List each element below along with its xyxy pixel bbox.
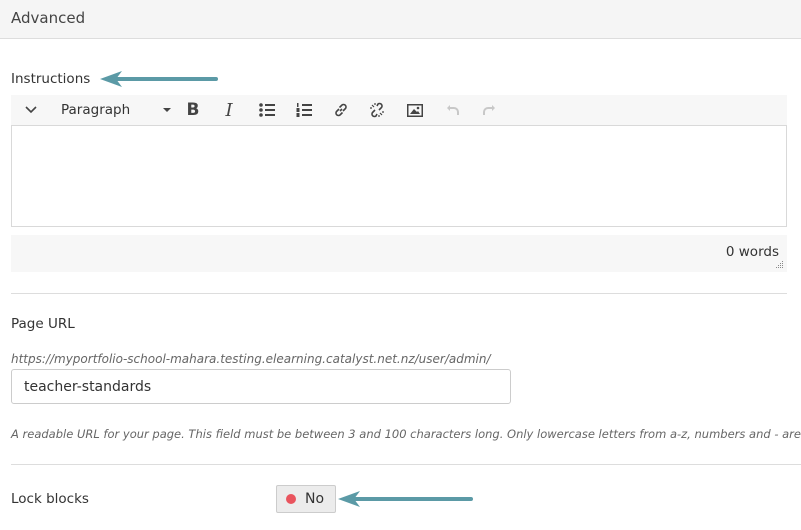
section-title: Advanced	[11, 9, 86, 27]
redo-icon	[483, 105, 495, 115]
italic-icon: I	[225, 99, 233, 121]
format-select-value: Paragraph	[61, 102, 131, 118]
lock-blocks-label: Lock blocks	[11, 491, 89, 507]
instructions-editor[interactable]	[11, 125, 787, 227]
bold-icon: B	[186, 100, 200, 120]
image-icon	[407, 103, 423, 117]
resize-handle-icon[interactable]	[776, 261, 784, 269]
redo-button[interactable]	[477, 95, 501, 125]
divider	[11, 464, 801, 465]
numbered-list-button[interactable]	[292, 95, 316, 125]
lock-blocks-toggle[interactable]: No	[276, 485, 336, 513]
undo-icon	[447, 105, 459, 115]
bullet-list-button[interactable]	[255, 95, 279, 125]
caret-down-icon	[163, 108, 171, 112]
advanced-section-header[interactable]: Advanced	[0, 0, 801, 39]
annotation-arrow-instructions	[100, 71, 218, 87]
lock-blocks-value: No	[305, 491, 325, 507]
page-url-help-text: A readable URL for your page. This field…	[11, 427, 801, 441]
format-select[interactable]: Paragraph	[61, 95, 171, 125]
word-count: 0 words	[725, 244, 779, 260]
instructions-label: Instructions	[11, 71, 91, 87]
bullet-list-icon	[259, 103, 275, 117]
page-url-label: Page URL	[11, 316, 75, 332]
bold-button[interactable]: B	[181, 95, 205, 125]
undo-button[interactable]	[441, 95, 465, 125]
unlink-button[interactable]	[365, 95, 389, 125]
toolbar-toggle-button[interactable]	[19, 95, 43, 125]
italic-button[interactable]: I	[217, 95, 241, 125]
page-url-input[interactable]	[11, 369, 511, 404]
divider	[11, 293, 787, 294]
editor-statusbar: 0 words	[11, 235, 787, 272]
numbered-list-icon	[296, 103, 312, 117]
page-url-prefix: https://myportfolio-school-mahara.testin…	[11, 352, 491, 366]
chevron-down-icon	[25, 106, 37, 114]
link-icon	[335, 103, 347, 117]
link-button[interactable]	[329, 95, 353, 125]
image-button[interactable]	[403, 95, 427, 125]
editor-toolbar: Paragraph B I	[11, 95, 787, 125]
status-dot-icon	[286, 494, 296, 504]
annotation-arrow-lock-blocks	[338, 491, 473, 507]
unlink-icon	[370, 102, 384, 118]
